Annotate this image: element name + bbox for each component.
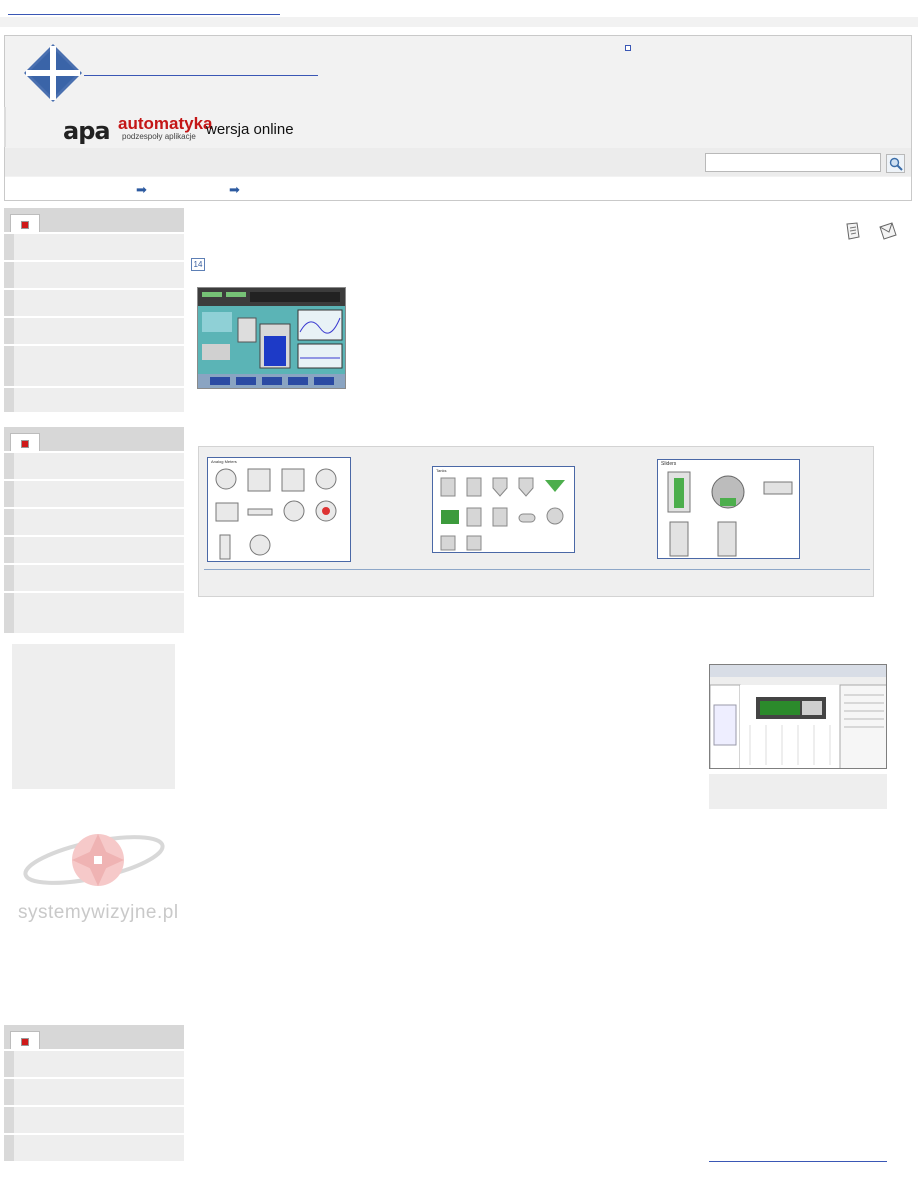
- red-square-icon: [21, 440, 29, 448]
- brand-mark: apa: [63, 117, 111, 145]
- bottom-link[interactable]: [709, 1149, 887, 1162]
- brand-word: automatyka: [118, 114, 213, 133]
- small-link-marker[interactable]: [625, 45, 631, 51]
- print-button[interactable]: [842, 220, 864, 242]
- red-square-icon: [21, 221, 29, 229]
- red-square-icon: [21, 1038, 29, 1046]
- sidebar-item[interactable]: [4, 535, 184, 563]
- gallery-thumb-analog-meters[interactable]: Analog Meters: [207, 457, 351, 562]
- sidebar-ad-box[interactable]: [12, 644, 175, 789]
- sidebar-block-2: [4, 427, 184, 633]
- sidebar-item[interactable]: [4, 288, 184, 316]
- email-button[interactable]: [877, 220, 899, 242]
- header-logo-link[interactable]: [84, 62, 318, 76]
- sidebar-item[interactable]: [4, 479, 184, 507]
- gallery-thumb-title: Sliders: [661, 461, 677, 467]
- sidebar-block-header: [4, 427, 184, 451]
- top-link[interactable]: [8, 2, 280, 15]
- sidebar-item[interactable]: [4, 1105, 184, 1133]
- sidebar-item[interactable]: [4, 451, 184, 479]
- gallery-thumb-title: Analog Meters: [211, 459, 237, 464]
- sidebar-tab[interactable]: [10, 214, 40, 232]
- sidebar-item[interactable]: [4, 1049, 184, 1077]
- gallery-divider: [204, 569, 870, 570]
- sidebar-item[interactable]: [4, 507, 184, 535]
- email-icon: [879, 222, 897, 240]
- sidebar-item[interactable]: [4, 1133, 184, 1161]
- sidebar-block-3: [4, 1025, 184, 1161]
- sidebar-item[interactable]: [4, 232, 184, 260]
- software-screenshot-image[interactable]: [709, 664, 887, 769]
- sidebar-item[interactable]: [4, 563, 184, 591]
- sidebar-item[interactable]: [4, 1077, 184, 1105]
- sidebar-item[interactable]: [4, 316, 184, 344]
- gallery-thumb-tanks[interactable]: Tanks: [432, 466, 575, 553]
- search-icon: [889, 157, 903, 171]
- sidebar-item[interactable]: [4, 386, 184, 412]
- sidebar-block-header: [4, 1025, 184, 1049]
- sidebar-item[interactable]: [4, 591, 184, 633]
- sidebar-block-header: [4, 208, 184, 232]
- sidebar-tab[interactable]: [10, 433, 40, 451]
- watermark-logo-icon: [23, 834, 165, 886]
- site-logo-icon[interactable]: [24, 44, 82, 102]
- screenshot-caption-box: [709, 774, 887, 809]
- print-icon: [846, 222, 860, 240]
- breadcrumb-arrow-icon: ➡: [136, 182, 147, 197]
- sidebar-item[interactable]: [4, 260, 184, 288]
- gallery-thumb-sliders[interactable]: Sliders: [657, 459, 800, 559]
- breadcrumb-arrow-icon: ➡: [229, 182, 240, 197]
- gallery-thumb-title: Tanks: [436, 468, 447, 473]
- edition-label: wersja online: [206, 121, 294, 138]
- sidebar-tab[interactable]: [10, 1031, 40, 1049]
- search-button[interactable]: [886, 154, 905, 173]
- sidebar-block-1: [4, 208, 184, 412]
- header-divider: [4, 107, 6, 147]
- scada-screenshot-image[interactable]: [197, 287, 346, 389]
- top-strip: [0, 17, 918, 27]
- sidebar-item[interactable]: [4, 344, 184, 386]
- issue-badge: 14: [191, 258, 205, 271]
- watermark-text: systemywizyjne.pl: [18, 902, 179, 923]
- brand-subtitle: podzespoły aplikacje: [122, 132, 196, 141]
- search-input[interactable]: [705, 153, 881, 172]
